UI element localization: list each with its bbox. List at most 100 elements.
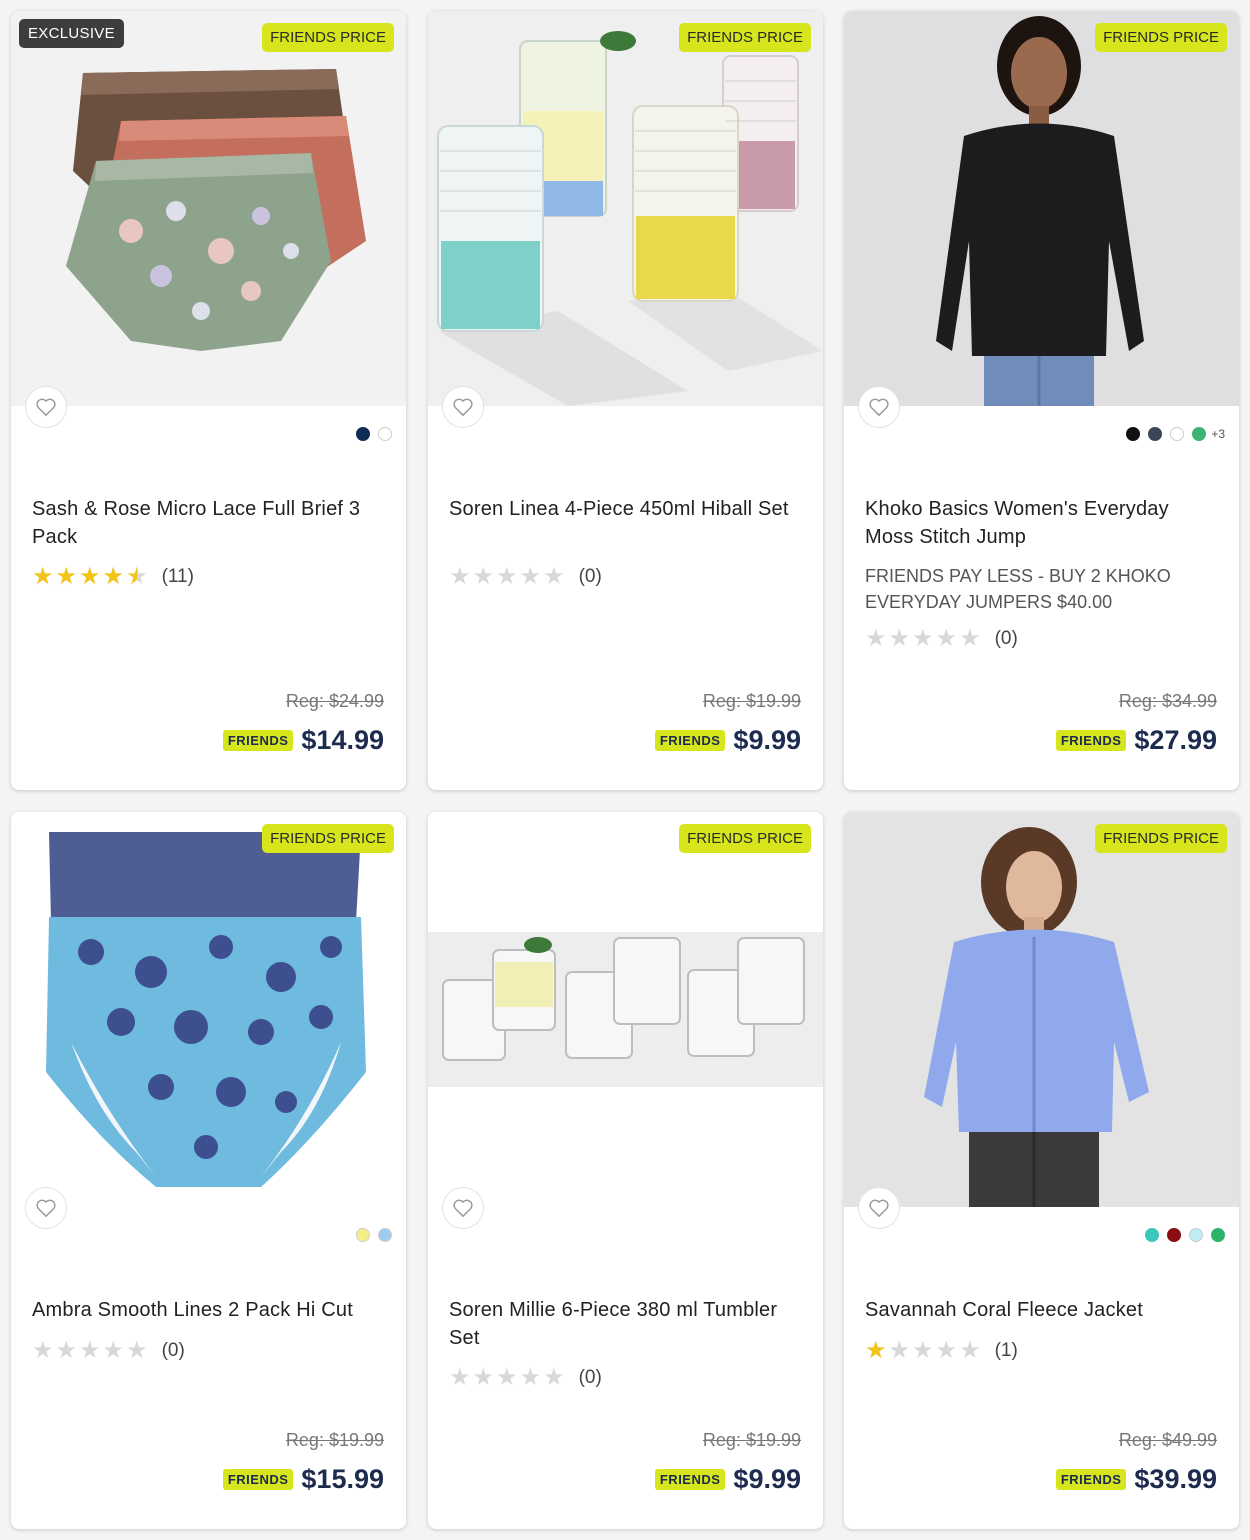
rating-count: (0) [161,1340,185,1361]
wishlist-button[interactable] [442,386,484,428]
star-icon: ★ [912,1337,934,1364]
color-swatch[interactable] [378,1228,392,1242]
color-swatch[interactable] [1148,427,1163,441]
heart-outline-icon [453,398,473,417]
product-title[interactable]: Khoko Basics Women's Everyday Moss Stitc… [865,495,1215,551]
friends-price: $39.99 [1134,1464,1217,1494]
color-swatches [356,1228,392,1242]
friends-price: $14.99 [301,725,384,755]
product-card[interactable]: FRIENDS PRICE Soren Millie 6-Piece 380 m… [428,812,823,1529]
product-card[interactable]: FRIENDS PRICE +3 Khoko Basics Women's Ev… [844,11,1239,790]
rating-count: (1) [994,1340,1018,1361]
heart-outline-icon [36,398,56,417]
product-image[interactable]: FRIENDS PRICE [844,11,1239,406]
star-icon: ★ [935,625,958,652]
color-swatch[interactable] [1189,1228,1203,1242]
rating-count: (0) [578,566,602,587]
star-icon: ★ [959,1337,981,1364]
star-icon: ★ [449,1364,471,1391]
friends-price-badge: FRIENDS PRICE [1095,824,1227,853]
star-icon: ★ [888,1337,911,1364]
wishlist-button[interactable] [442,1187,484,1229]
friends-price-row: FRIENDS $9.99 [654,1464,801,1495]
star-icon: ★ [543,1364,565,1391]
product-image[interactable]: FRIENDS PRICE [428,11,823,406]
product-title[interactable]: Soren Millie 6-Piece 380 ml Tumbler Set [449,1296,799,1352]
promo-text: FRIENDS PAY LESS - BUY 2 KHOKO EVERYDAY … [865,566,1171,612]
star-icon: ★ [496,1364,518,1391]
exclusive-badge: EXCLUSIVE [19,19,124,48]
rating-stars: ★ ★ ★ ★ ★ [865,627,981,651]
star-icon: ★ [126,563,148,590]
product-rating: ★ ★ ★ ★ ★ (0) [865,627,1018,651]
star-icon: ★ [472,1364,495,1391]
color-swatch[interactable] [356,427,370,441]
product-image[interactable]: FRIENDS PRICE [428,812,823,1207]
product-title[interactable]: Ambra Smooth Lines 2 Pack Hi Cut [32,1296,382,1324]
star-icon: ★ [496,563,518,590]
friends-price: $9.99 [733,725,801,755]
product-title[interactable]: Soren Linea 4-Piece 450ml Hiball Set [449,495,799,523]
rating-count: (0) [578,1367,602,1388]
rating-stars: ★ ★ ★ ★ ★ [32,565,148,589]
friends-tag: FRIENDS [1055,730,1127,751]
product-title[interactable]: Sash & Rose Micro Lace Full Brief 3 Pack [32,495,382,551]
product-card[interactable]: FRIENDS PRICE Soren Linea 4-Piece 450ml … [428,11,823,790]
star-icon: ★ [449,563,471,590]
color-swatch[interactable] [378,427,392,441]
regular-price: Reg: $49.99 [1118,1430,1217,1450]
star-icon: ★ [865,625,887,652]
star-icon: ★ [959,625,981,652]
wishlist-button[interactable] [25,1187,67,1229]
friends-price-badge: FRIENDS PRICE [679,824,811,853]
product-rating: ★ ★ ★ ★ ★ (0) [449,565,602,589]
regular-price: Reg: $19.99 [702,1430,801,1450]
friends-tag: FRIENDS [1055,1469,1127,1490]
product-image[interactable]: FRIENDS PRICE [844,812,1239,1207]
regular-price: Reg: $34.99 [1118,691,1217,711]
star-icon: ★ [935,1337,958,1364]
friends-tag: FRIENDS [222,1469,294,1490]
rating-count: (11) [161,566,194,587]
product-card[interactable]: FRIENDS PRICE Ambra Smooth Lines 2 Pack … [11,812,406,1529]
regular-price: Reg: $19.99 [285,1430,384,1450]
product-card[interactable]: FRIENDS PRICE Savannah Coral Fleece Jack… [844,812,1239,1529]
star-icon: ★ [519,563,542,590]
color-swatch[interactable] [356,1228,370,1242]
product-rating: ★ ★ ★ ★ ★ (1) [865,1339,1018,1363]
product-title[interactable]: Savannah Coral Fleece Jacket [865,1296,1215,1324]
rating-stars: ★ ★ ★ ★ ★ [449,1366,565,1390]
friends-price-row: FRIENDS $14.99 [222,725,384,756]
friends-tag: FRIENDS [654,1469,726,1490]
wishlist-button[interactable] [25,386,67,428]
friends-price: $15.99 [301,1464,384,1494]
color-swatch[interactable] [1145,1228,1159,1242]
product-grid: EXCLUSIVE FRIENDS PRICE Sash & Rose Micr… [0,0,1250,1540]
more-colors[interactable]: +3 [1211,427,1225,441]
friends-price: $27.99 [1134,725,1217,755]
color-swatch[interactable] [1126,427,1141,441]
star-icon: ★ [102,1337,125,1364]
regular-price: Reg: $19.99 [702,691,801,711]
friends-price-badge: FRIENDS PRICE [1095,23,1227,52]
star-icon: ★ [543,563,565,590]
color-swatch[interactable] [1192,427,1207,441]
heart-outline-icon [453,1199,473,1218]
product-image[interactable]: FRIENDS PRICE [11,812,406,1207]
star-icon: ★ [126,1337,148,1364]
wishlist-button[interactable] [858,386,900,428]
product-card[interactable]: EXCLUSIVE FRIENDS PRICE Sash & Rose Micr… [11,11,406,790]
friends-price-row: FRIENDS $27.99 [1055,725,1217,756]
rating-stars: ★ ★ ★ ★ ★ [865,1339,981,1363]
star-icon: ★ [912,625,934,652]
color-swatches: +3 [1126,427,1225,441]
color-swatch[interactable] [1170,427,1185,441]
color-swatch[interactable] [1167,1228,1181,1242]
heart-outline-icon [869,398,889,417]
rating-stars: ★ ★ ★ ★ ★ [449,565,565,589]
wishlist-button[interactable] [858,1187,900,1229]
color-swatch[interactable] [1211,1228,1225,1242]
product-image[interactable]: EXCLUSIVE FRIENDS PRICE [11,11,406,406]
color-swatches [356,427,392,441]
friends-price: $9.99 [733,1464,801,1494]
